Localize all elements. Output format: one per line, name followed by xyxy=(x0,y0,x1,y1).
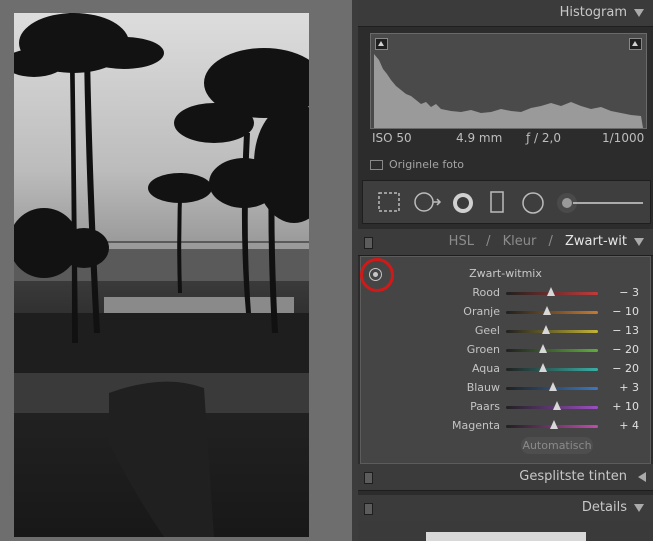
slider-label: Rood xyxy=(472,286,500,299)
hsl-header[interactable]: HSL / Kleur / Zwart-wit xyxy=(358,229,653,256)
exif-focal-length: 4.9 mm xyxy=(456,131,503,145)
slider-label: Paars xyxy=(470,400,500,413)
slider-thumb[interactable] xyxy=(549,420,558,429)
panel-switch[interactable] xyxy=(364,503,373,515)
slider-value[interactable]: + 4 xyxy=(609,419,639,432)
slider-label: Magenta xyxy=(451,419,500,432)
histogram-title: Histogram xyxy=(559,5,627,20)
collapse-triangle-icon[interactable] xyxy=(634,238,644,246)
slider-row-paars[interactable]: Paars + 10 xyxy=(361,400,650,419)
slider-label: Groen xyxy=(466,343,500,356)
slider-row-blauw[interactable]: Blauw + 3 xyxy=(361,381,650,400)
histogram-header[interactable]: Histogram xyxy=(358,0,653,27)
slider-thumb[interactable] xyxy=(542,325,551,334)
exif-iso: ISO 50 xyxy=(372,131,412,145)
adjustment-brush-icon[interactable] xyxy=(555,191,645,215)
slider-track[interactable] xyxy=(506,311,598,314)
black-white-photo[interactable] xyxy=(14,13,309,537)
slider-track[interactable] xyxy=(506,330,598,333)
slider-row-geel[interactable]: Geel − 13 xyxy=(361,324,650,343)
auto-button[interactable]: Automatisch xyxy=(521,437,593,454)
red-eye-icon[interactable] xyxy=(451,191,475,215)
slider-label: Geel xyxy=(474,324,500,337)
slider-row-aqua[interactable]: Aqua − 20 xyxy=(361,362,650,381)
slider-value[interactable]: + 10 xyxy=(609,400,639,413)
expand-triangle-icon[interactable] xyxy=(638,472,646,482)
hsl-tabs: HSL / Kleur / Zwart-wit xyxy=(441,234,627,249)
slider-thumb[interactable] xyxy=(538,363,547,372)
collapse-triangle-icon[interactable] xyxy=(634,504,644,512)
tab-kleur[interactable]: Kleur xyxy=(503,234,537,249)
tab-separator: / xyxy=(548,234,553,249)
slider-thumb[interactable] xyxy=(548,382,557,391)
details-title: Details xyxy=(581,500,627,515)
photo-canvas xyxy=(0,0,352,541)
slider-label: Oranje xyxy=(463,305,500,318)
mix-title: Zwart-witmix xyxy=(469,267,542,280)
slider-label: Blauw xyxy=(466,381,500,394)
slider-row-rood[interactable]: Rood − 3 xyxy=(361,286,650,305)
exif-aperture: ƒ / 2,0 xyxy=(526,131,561,145)
details-header[interactable]: Details xyxy=(358,495,653,522)
slider-row-magenta[interactable]: Magenta + 4 xyxy=(361,419,650,438)
exif-shutter: 1/1000 xyxy=(602,131,645,145)
black-white-mix-panel: Zwart-witmix Rood − 3 Oranje − 10 Geel − 13 Gr… xyxy=(360,256,651,464)
tab-hsl[interactable]: HSL xyxy=(449,234,474,249)
slider-thumb[interactable] xyxy=(552,401,561,410)
slider-thumb[interactable] xyxy=(543,306,552,315)
original-photo-toggle[interactable]: Originele foto xyxy=(370,158,464,171)
highlight-clipping-icon[interactable] xyxy=(629,38,642,50)
slider-thumb[interactable] xyxy=(547,287,556,296)
slider-value[interactable]: − 20 xyxy=(609,362,639,375)
collapse-triangle-icon[interactable] xyxy=(634,9,644,17)
panel-switch[interactable] xyxy=(364,237,373,249)
slider-value[interactable]: − 3 xyxy=(609,286,639,299)
slider-value[interactable]: + 3 xyxy=(609,381,639,394)
slider-thumb[interactable] xyxy=(538,344,547,353)
panel-switch[interactable] xyxy=(364,472,373,484)
slider-value[interactable]: − 10 xyxy=(609,305,639,318)
shadow-clipping-icon[interactable] xyxy=(375,38,388,50)
crop-overlay-icon[interactable] xyxy=(377,191,401,213)
slider-label: Aqua xyxy=(471,362,500,375)
checkbox-icon[interactable] xyxy=(370,160,383,170)
split-toning-header[interactable]: Gesplitste tinten xyxy=(358,464,653,491)
split-toning-title: Gesplitste tinten xyxy=(519,469,627,484)
slider-row-oranje[interactable]: Oranje − 10 xyxy=(361,305,650,324)
slider-value[interactable]: − 13 xyxy=(609,324,639,337)
graduated-filter-icon[interactable] xyxy=(488,191,506,215)
detail-preview[interactable] xyxy=(426,532,586,541)
tab-zwart-wit[interactable]: Zwart-wit xyxy=(565,234,627,249)
highlight-ring xyxy=(360,258,394,292)
tool-strip xyxy=(362,180,651,224)
radial-filter-icon[interactable] xyxy=(521,191,545,215)
slider-track[interactable] xyxy=(506,368,598,371)
slider-value[interactable]: − 20 xyxy=(609,343,639,356)
original-photo-label: Originele foto xyxy=(389,158,464,171)
histogram-graph[interactable] xyxy=(370,33,647,129)
slider-row-groen[interactable]: Groen − 20 xyxy=(361,343,650,362)
tab-separator: / xyxy=(486,234,491,249)
slider-track[interactable] xyxy=(506,349,598,352)
spot-removal-icon[interactable] xyxy=(413,191,443,213)
develop-right-panel: Histogram ISO 50 4.9 mm ƒ / 2,0 1/1000 O… xyxy=(358,0,653,541)
